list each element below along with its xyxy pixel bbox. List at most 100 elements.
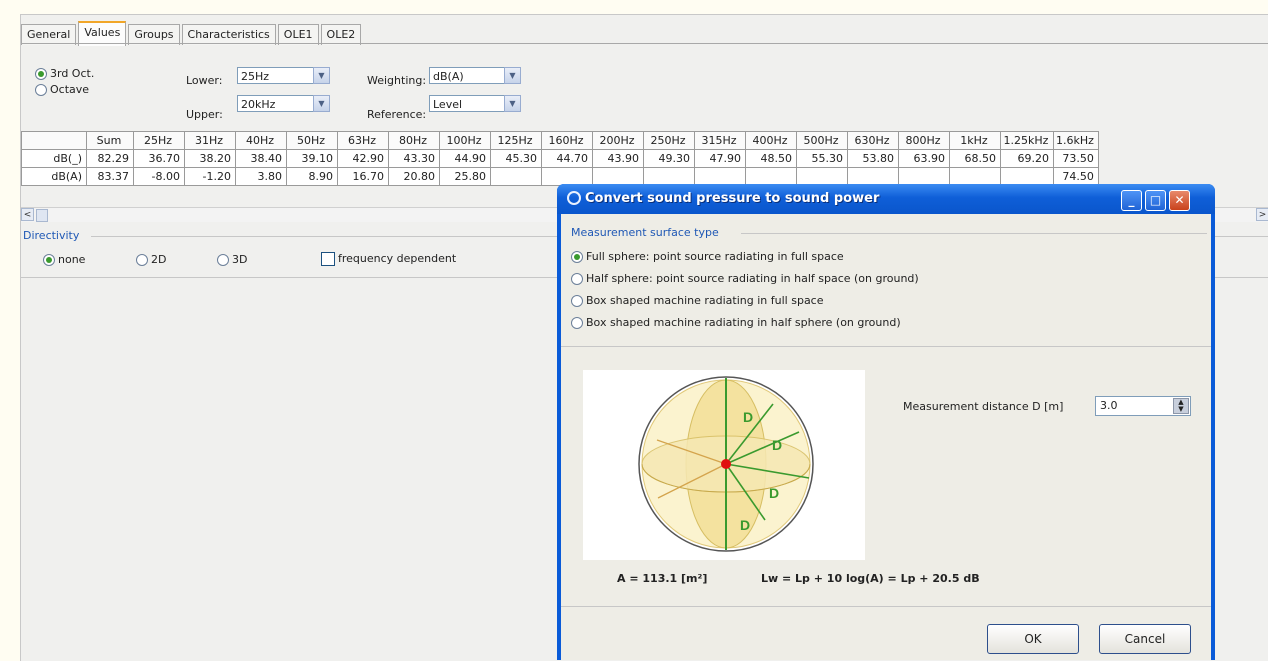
table-cell[interactable]: 44.90 xyxy=(439,149,491,168)
tab-characteristics[interactable]: Characteristics xyxy=(181,24,276,45)
radio-3rd-octave-label: 3rd Oct. xyxy=(50,67,95,80)
option-full-sphere[interactable]: Full sphere: point source radiating in f… xyxy=(571,250,844,263)
table-cell[interactable]: -8.00 xyxy=(133,167,185,186)
chevron-down-icon[interactable]: ▼ xyxy=(313,95,330,112)
table-cell[interactable] xyxy=(796,167,848,186)
chevron-down-icon[interactable]: ▼ xyxy=(504,67,521,84)
table-header-cell: 80Hz xyxy=(388,131,440,150)
radio-octave[interactable]: Octave xyxy=(35,83,89,96)
table-header-cell: 50Hz xyxy=(286,131,338,150)
table-header-cell: 250Hz xyxy=(643,131,695,150)
table-cell[interactable]: 63.90 xyxy=(898,149,950,168)
table-cell[interactable]: 36.70 xyxy=(133,149,185,168)
formula-power: Lw = Lp + 10 log(A) = Lp + 20.5 dB xyxy=(761,572,980,585)
reference-select[interactable]: Level ▼ xyxy=(429,95,521,112)
cancel-button[interactable]: Cancel xyxy=(1099,624,1191,654)
table-cell[interactable]: 43.30 xyxy=(388,149,440,168)
top-strip xyxy=(0,0,1268,14)
table-cell[interactable]: 20.80 xyxy=(388,167,440,186)
table-cell[interactable]: 74.50 xyxy=(1053,167,1099,186)
lower-select[interactable]: 25Hz ▼ xyxy=(237,67,330,84)
table-cell[interactable]: 25.80 xyxy=(439,167,491,186)
radio-3d-label: 3D xyxy=(232,253,248,266)
radio-3rd-octave[interactable]: 3rd Oct. xyxy=(35,67,94,80)
table-header-cell xyxy=(21,131,87,150)
table-cell[interactable] xyxy=(643,167,695,186)
radio-none-dot xyxy=(43,254,55,266)
dialog-title: Convert sound pressure to sound power xyxy=(585,191,880,206)
table-cell[interactable] xyxy=(847,167,899,186)
table-row: dB(A) 83.37 -8.00 -1.20 3.80 8.90 16.70 … xyxy=(21,167,1099,186)
table-cell[interactable]: 53.80 xyxy=(847,149,899,168)
lower-label: Lower: xyxy=(186,74,223,87)
radio-dot xyxy=(571,295,583,307)
table-cell[interactable]: 47.90 xyxy=(694,149,746,168)
radio-directivity-3d[interactable]: 3D xyxy=(217,253,247,266)
table-cell[interactable]: 3.80 xyxy=(235,167,287,186)
radio-directivity-2d[interactable]: 2D xyxy=(136,253,166,266)
maximize-icon[interactable]: □ xyxy=(1145,190,1166,211)
table-cell[interactable]: 42.90 xyxy=(337,149,389,168)
table-cell[interactable] xyxy=(490,167,542,186)
table-cell[interactable] xyxy=(694,167,746,186)
table-cell[interactable]: 73.50 xyxy=(1053,149,1099,168)
tab-ole1[interactable]: OLE1 xyxy=(277,24,319,45)
tab-ole2[interactable]: OLE2 xyxy=(320,24,362,45)
table-header-cell: 200Hz xyxy=(592,131,644,150)
radio-3d-dot xyxy=(217,254,229,266)
upper-select-value: 20kHz xyxy=(241,98,276,111)
table-cell[interactable]: 38.40 xyxy=(235,149,287,168)
chevron-down-icon[interactable]: ▼ xyxy=(504,95,521,112)
table-cell[interactable]: 43.90 xyxy=(592,149,644,168)
table-cell[interactable] xyxy=(745,167,797,186)
table-cell[interactable]: 49.30 xyxy=(643,149,695,168)
table-header-cell: 630Hz xyxy=(847,131,899,150)
table-cell[interactable] xyxy=(541,167,593,186)
table-header-cell: 40Hz xyxy=(235,131,287,150)
spinner-arrows-icon[interactable]: ▲ ▼ xyxy=(1173,398,1189,414)
table-cell[interactable] xyxy=(1000,167,1054,186)
table-cell[interactable]: dB(A) xyxy=(21,167,87,186)
table-cell[interactable]: 68.50 xyxy=(949,149,1001,168)
frequency-dependent-checkbox[interactable]: frequency dependent xyxy=(321,252,456,266)
table-header-cell: Sum xyxy=(86,131,134,150)
option-box-full[interactable]: Box shaped machine radiating in full spa… xyxy=(571,294,824,307)
table-cell[interactable]: 45.30 xyxy=(490,149,542,168)
table-cell[interactable] xyxy=(949,167,1001,186)
table-cell[interactable]: -1.20 xyxy=(184,167,236,186)
radio-none-label: none xyxy=(58,253,86,266)
table-cell[interactable]: 38.20 xyxy=(184,149,236,168)
table-cell[interactable] xyxy=(898,167,950,186)
table-cell[interactable]: 55.30 xyxy=(796,149,848,168)
table-cell[interactable]: 83.37 xyxy=(86,167,134,186)
minimize-icon[interactable]: _ xyxy=(1121,190,1142,211)
ok-button[interactable]: OK xyxy=(987,624,1079,654)
option-box-half[interactable]: Box shaped machine radiating in half sph… xyxy=(571,316,901,329)
surface-type-title: Measurement surface type xyxy=(571,226,719,239)
table-cell[interactable]: dB(_) xyxy=(21,149,87,168)
table-header-cell: 160Hz xyxy=(541,131,593,150)
close-icon[interactable]: ✕ xyxy=(1169,190,1190,211)
convert-dialog: Convert sound pressure to sound power _ … xyxy=(557,184,1215,660)
distance-spinner[interactable]: 3.0 ▲ ▼ xyxy=(1095,396,1191,416)
chevron-down-icon[interactable]: ▼ xyxy=(313,67,330,84)
radio-directivity-none[interactable]: none xyxy=(43,253,85,266)
table-cell[interactable]: 82.29 xyxy=(86,149,134,168)
table-cell[interactable] xyxy=(592,167,644,186)
table-cell[interactable]: 39.10 xyxy=(286,149,338,168)
tab-groups[interactable]: Groups xyxy=(128,24,180,45)
weighting-select[interactable]: dB(A) ▼ xyxy=(429,67,521,84)
scroll-left-icon[interactable]: < xyxy=(21,208,34,221)
table-header-cell: 800Hz xyxy=(898,131,950,150)
table-cell[interactable]: 44.70 xyxy=(541,149,593,168)
upper-select[interactable]: 20kHz ▼ xyxy=(237,95,330,112)
table-cell[interactable]: 8.90 xyxy=(286,167,338,186)
option-half-sphere[interactable]: Half sphere: point source radiating in h… xyxy=(571,272,919,285)
scroll-right-icon[interactable]: > xyxy=(1256,208,1268,221)
table-cell[interactable]: 48.50 xyxy=(745,149,797,168)
table-cell[interactable]: 69.20 xyxy=(1000,149,1054,168)
scroll-thumb[interactable] xyxy=(36,209,48,222)
table-cell[interactable]: 16.70 xyxy=(337,167,389,186)
tab-general[interactable]: General xyxy=(21,24,77,45)
dialog-title-bar[interactable]: Convert sound pressure to sound power _ … xyxy=(557,184,1215,214)
